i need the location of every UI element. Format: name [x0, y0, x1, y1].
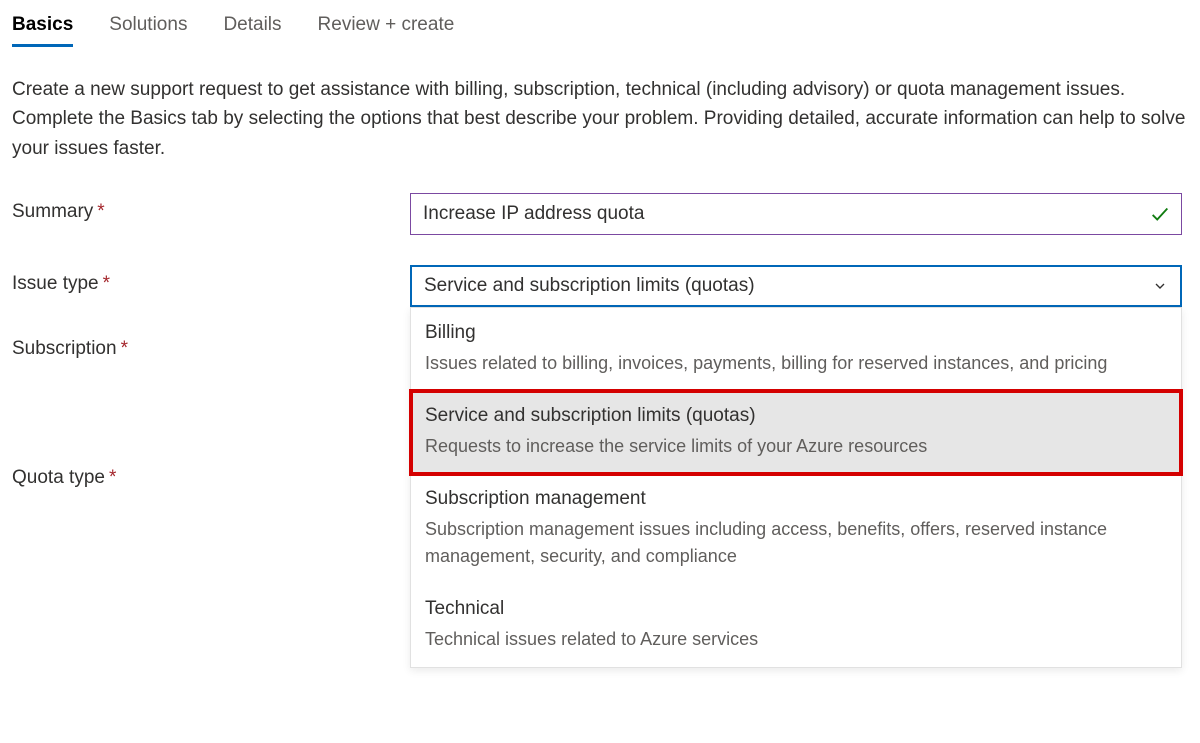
- label-issue-type: Issue type*: [12, 265, 410, 295]
- option-quotas-desc: Requests to increase the service limits …: [425, 433, 1167, 460]
- option-sub-mgmt-title: Subscription management: [425, 488, 1167, 510]
- intro-line-1: Create a new support request to get assi…: [12, 79, 1125, 100]
- option-subscription-mgmt[interactable]: Subscription management Subscription man…: [411, 474, 1181, 584]
- label-subscription: Subscription*: [12, 330, 410, 360]
- label-summary-text: Summary: [12, 201, 93, 222]
- label-quota-type: Quota type*: [12, 459, 410, 489]
- tab-review-create[interactable]: Review + create: [318, 8, 455, 46]
- required-indicator: *: [109, 467, 116, 488]
- row-summary: Summary*: [12, 193, 1188, 235]
- option-billing-title: Billing: [425, 322, 1167, 344]
- field-summary: [410, 193, 1182, 235]
- field-issue-type: Service and subscription limits (quotas)…: [410, 265, 1182, 668]
- required-indicator: *: [97, 201, 104, 222]
- intro-line-2: Complete the Basics tab by selecting the…: [12, 108, 1185, 158]
- intro-text: Create a new support request to get assi…: [12, 75, 1188, 163]
- row-quota-type: Quota type*: [12, 459, 410, 501]
- chevron-down-icon: [1152, 278, 1168, 294]
- option-technical-title: Technical: [425, 598, 1167, 620]
- label-issue-type-text: Issue type: [12, 273, 99, 294]
- issue-type-select[interactable]: Service and subscription limits (quotas): [410, 265, 1182, 307]
- label-subscription-text: Subscription: [12, 338, 117, 359]
- tab-basics[interactable]: Basics: [12, 8, 73, 46]
- option-billing[interactable]: Billing Issues related to billing, invoi…: [411, 308, 1181, 391]
- option-quotas-title: Service and subscription limits (quotas): [425, 405, 1167, 427]
- issue-type-dropdown: Billing Issues related to billing, invoi…: [410, 307, 1182, 668]
- option-billing-desc: Issues related to billing, invoices, pay…: [425, 350, 1167, 377]
- tabs-bar: Basics Solutions Details Review + create: [12, 8, 1188, 47]
- option-quotas[interactable]: Service and subscription limits (quotas)…: [411, 391, 1181, 474]
- required-indicator: *: [103, 273, 110, 294]
- tab-solutions[interactable]: Solutions: [109, 8, 187, 46]
- option-sub-mgmt-desc: Subscription management issues including…: [425, 516, 1167, 570]
- required-indicator: *: [121, 338, 128, 359]
- label-quota-type-text: Quota type: [12, 467, 105, 488]
- issue-type-value: Service and subscription limits (quotas): [424, 275, 1136, 297]
- label-summary: Summary*: [12, 193, 410, 223]
- option-technical-desc: Technical issues related to Azure servic…: [425, 626, 1167, 653]
- summary-input[interactable]: [423, 203, 1137, 225]
- summary-input-wrap[interactable]: [410, 193, 1182, 235]
- check-icon: [1149, 203, 1171, 225]
- form: Summary* Issue type* Service and subscri…: [12, 193, 1188, 668]
- option-technical[interactable]: Technical Technical issues related to Az…: [411, 584, 1181, 667]
- tab-details[interactable]: Details: [223, 8, 281, 46]
- row-subscription: Subscription*: [12, 330, 410, 372]
